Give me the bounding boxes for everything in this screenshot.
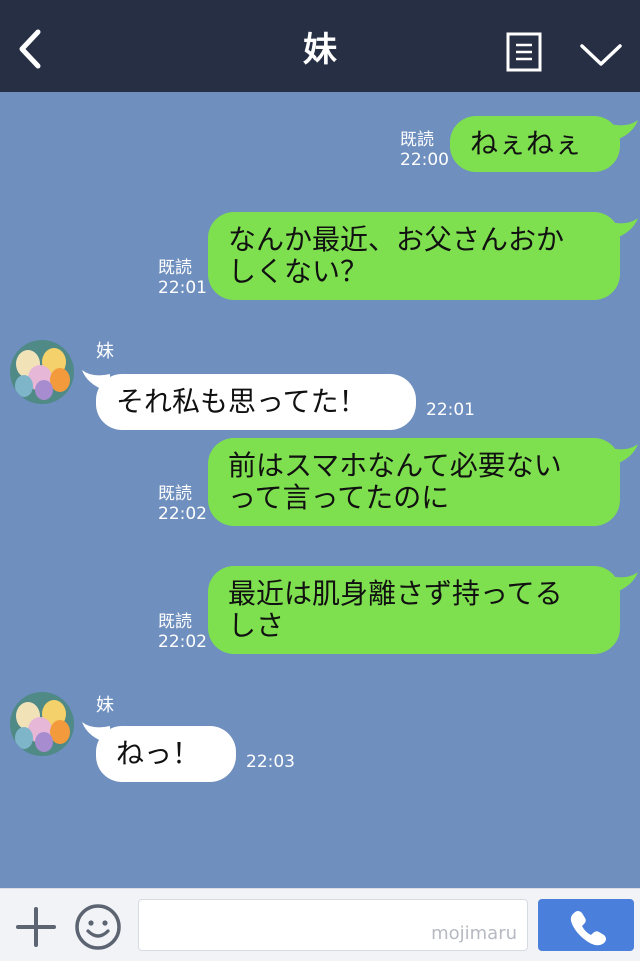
- bubble-tail: [610, 572, 638, 594]
- menu-icon: [506, 32, 542, 72]
- sender-name: 妹: [96, 695, 114, 716]
- phone-icon: [570, 911, 606, 946]
- emoji-button[interactable]: [74, 903, 122, 951]
- call-button[interactable]: [538, 899, 634, 951]
- chevron-down-icon: [580, 44, 622, 66]
- message-text: ねぇねぇ: [470, 127, 583, 160]
- message-text: なんか最近、お父さんおか しくない？: [228, 223, 565, 288]
- balloons-avatar-icon: [10, 340, 74, 404]
- bubble-tail: [610, 444, 638, 466]
- read-receipt: 既読 22:00: [400, 130, 449, 170]
- balloons-avatar-icon: [10, 692, 74, 756]
- message-bubble[interactable]: ねっ！: [96, 726, 236, 782]
- message-composer: mojimaru: [0, 888, 640, 961]
- read-status: 既読: [158, 258, 192, 278]
- avatar[interactable]: [10, 340, 74, 404]
- message-text: 最近は肌身離さず持ってる しさ: [228, 577, 563, 642]
- chat-area[interactable]: 既読 22:00 ねぇねぇ 既読 22:01 なんか最近、お父さんおか しくない…: [0, 92, 640, 888]
- read-status: 既読: [158, 484, 192, 504]
- message-text: ねっ！: [116, 737, 201, 770]
- menu-button[interactable]: [506, 32, 542, 72]
- read-status: 既読: [400, 130, 434, 150]
- message-time: 22:02: [158, 632, 207, 652]
- read-status: 既読: [158, 612, 192, 632]
- sender-name: 妹: [96, 341, 114, 362]
- message-time: 22:02: [158, 504, 207, 524]
- message-input[interactable]: mojimaru: [138, 899, 528, 951]
- add-button[interactable]: [14, 905, 58, 949]
- message-bubble[interactable]: ねぇねぇ: [450, 116, 620, 172]
- message-time: 22:01: [158, 278, 207, 298]
- message-bubble[interactable]: 前はスマホなんて必要ない って言ってたのに: [208, 438, 620, 526]
- plus-icon: [16, 907, 56, 947]
- read-receipt: 既読 22:01: [158, 258, 207, 298]
- message-time: 22:03: [246, 752, 295, 772]
- chat-title: 妹: [303, 30, 337, 70]
- message-bubble[interactable]: それ私も思ってた！: [96, 374, 416, 430]
- dropdown-button[interactable]: [578, 38, 624, 70]
- avatar[interactable]: [10, 692, 74, 756]
- chat-header: 妹: [0, 0, 640, 92]
- message-text: それ私も思ってた！: [116, 385, 367, 418]
- message-time: 22:01: [426, 400, 475, 420]
- read-receipt: 既読 22:02: [158, 484, 207, 524]
- read-receipt: 既読 22:02: [158, 612, 207, 652]
- watermark-text: mojimaru: [431, 923, 517, 944]
- message-bubble[interactable]: 最近は肌身離さず持ってる しさ: [208, 566, 620, 654]
- smiley-icon: [75, 904, 121, 950]
- message-time: 22:00: [400, 150, 449, 170]
- bubble-tail: [610, 218, 638, 240]
- message-text: 前はスマホなんて必要ない って言ってたのに: [228, 449, 562, 514]
- message-bubble[interactable]: なんか最近、お父さんおか しくない？: [208, 212, 620, 300]
- bubble-tail: [610, 120, 638, 142]
